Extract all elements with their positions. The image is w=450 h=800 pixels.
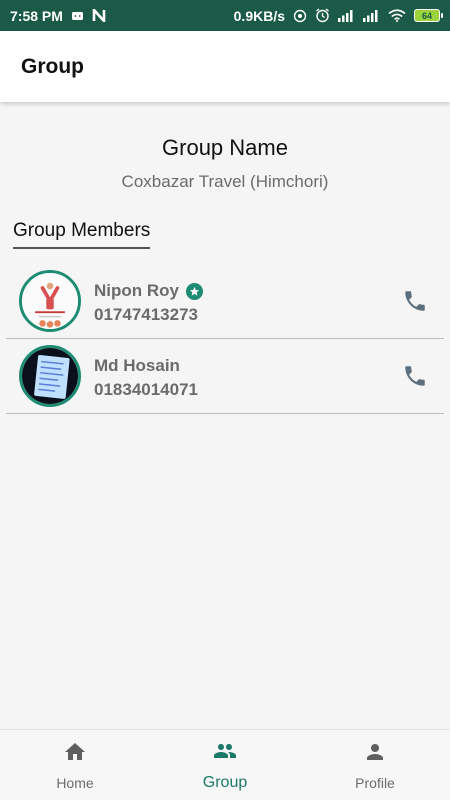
app-bar: Group (0, 31, 450, 102)
status-time: 7:58 PM (10, 7, 63, 24)
signal-icon (338, 9, 355, 22)
status-bar: 7:58 PM 0.9KB/s 64 (0, 0, 450, 31)
nav-home[interactable]: Home (0, 730, 150, 800)
group-name-value: Coxbazar Travel (Himchori) (121, 172, 329, 191)
member-name: Nipon Roy (94, 281, 203, 301)
member-row[interactable]: Md Hosain 01834014071 (6, 339, 444, 414)
nav-group-label: Group (202, 773, 248, 791)
network-speed: 0.9KB/s (233, 7, 285, 24)
nav-profile[interactable]: Profile (300, 730, 450, 800)
group-icon (210, 739, 240, 768)
home-icon (62, 740, 88, 769)
member-name-text: Md Hosain (94, 356, 180, 375)
member-name: Md Hosain (94, 356, 180, 376)
member-phone: 01747413273 (94, 305, 199, 324)
call-icon[interactable] (400, 286, 430, 316)
profile-icon (363, 740, 387, 769)
member-name-text: Nipon Roy (94, 281, 179, 300)
alarm-icon (315, 8, 330, 23)
nav-group[interactable]: Group (150, 730, 300, 800)
n-notification-icon (92, 9, 106, 22)
member-phone: 01834014071 (94, 380, 199, 399)
page-title: Group (21, 54, 84, 78)
wifi-icon (388, 9, 406, 22)
nav-home-label: Home (56, 774, 94, 791)
hotspot-icon (293, 9, 307, 23)
members-header: Group Members (13, 220, 151, 249)
bottom-nav: Home Group Profile (0, 729, 450, 800)
signal-icon (363, 9, 380, 22)
member-row[interactable]: Nipon Roy 01747413273 (6, 264, 444, 339)
avatar (19, 270, 81, 332)
call-icon[interactable] (400, 361, 430, 391)
avatar (19, 345, 81, 407)
android-icon (71, 10, 84, 21)
nav-profile-label: Profile (355, 774, 395, 791)
admin-star-icon (186, 282, 203, 300)
group-name-label: Group Name (162, 135, 288, 160)
battery-icon: 64 (414, 9, 443, 22)
